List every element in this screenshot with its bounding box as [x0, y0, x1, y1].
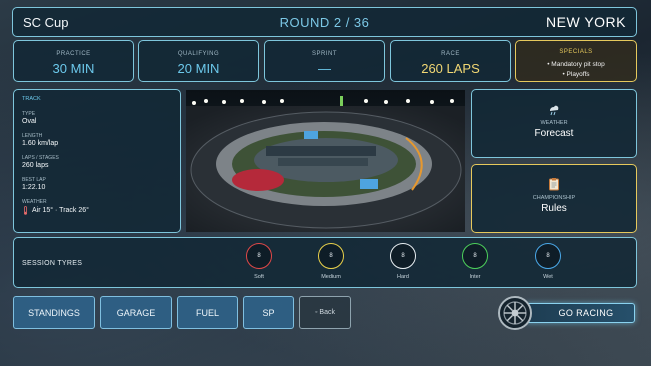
tyre-count: 8 — [246, 243, 272, 269]
session-tyres-label: SESSION TYRES — [22, 260, 83, 267]
session-label: QUALIFYING — [177, 51, 220, 57]
card-label: CHAMPIONSHIP — [532, 195, 576, 201]
track-laps: 260 laps — [22, 162, 49, 169]
best-lap-label: BEST LAP — [22, 177, 46, 183]
track-info-panel: TRACK TYPE Oval LENGTH 1.60 km/lap LAPS … — [13, 89, 181, 233]
sp-button[interactable]: SP — [243, 296, 294, 329]
best-lap: 1:22.10 — [22, 184, 46, 191]
wheel-icon — [498, 296, 532, 330]
go-racing-button[interactable]: GO RACING — [497, 295, 637, 331]
track-weather-value: Air 15° · Track 26° — [32, 207, 89, 214]
tyre-inter: 8 Inter — [455, 243, 495, 280]
garage-button[interactable]: GARAGE — [100, 296, 172, 329]
series-name: SC Cup — [23, 14, 69, 30]
session-value: — — [318, 61, 331, 76]
championship-rules-card[interactable]: CHAMPIONSHIP Rules — [471, 164, 637, 233]
clipboard-icon — [549, 178, 559, 191]
track-length: 1.60 km/lap — [22, 140, 59, 147]
weather-icon — [550, 105, 559, 116]
tyre-count: 8 — [535, 243, 561, 269]
session-tyres-panel: SESSION TYRES 8 Soft 8 Medium 8 Hard 8 I… — [13, 237, 637, 288]
tyre-medium: 8 Medium — [311, 243, 351, 280]
track-laps-label: LAPS / STAGES — [22, 155, 59, 161]
tyre-count: 8 — [318, 243, 344, 269]
specials-item: • Playoffs — [562, 71, 590, 78]
oval-stadium-illustration — [186, 90, 465, 232]
card-value: Forecast — [534, 128, 574, 139]
session-label: PRACTICE — [56, 51, 91, 57]
session-label: RACE — [441, 51, 460, 57]
header-bar: SC Cup ROUND 2 / 36 NEW YORK — [12, 7, 637, 37]
tyre-name: Medium — [321, 274, 341, 280]
track-type-label: TYPE — [22, 111, 36, 117]
session-label: SPRINT — [311, 51, 337, 57]
tyre-wet: 8 Wet — [528, 243, 568, 280]
track-length-label: LENGTH — [22, 133, 43, 139]
session-value: 260 LAPS — [421, 61, 480, 76]
round-indicator: ROUND 2 / 36 — [279, 14, 370, 30]
tyre-hard: 8 Hard — [383, 243, 423, 280]
specials-item: • Mandatory pit stop — [547, 61, 605, 68]
event-location: NEW YORK — [546, 14, 626, 30]
tyre-name: Soft — [254, 274, 264, 280]
go-racing-label: GO RACING — [525, 303, 635, 323]
tyre-soft: 8 Soft — [239, 243, 279, 280]
track-preview-image — [186, 90, 465, 232]
specials-list: • Mandatory pit stop • Playoffs — [516, 60, 636, 80]
track-weather-label: WEATHER — [22, 199, 47, 205]
weather-forecast-card[interactable]: WEATHER Forecast — [471, 89, 637, 158]
tyre-count: 8 — [462, 243, 488, 269]
session-qualifying: QUALIFYING 20 MIN — [138, 40, 259, 82]
tyre-count: 8 — [390, 243, 416, 269]
tyre-name: Inter — [469, 274, 481, 280]
session-sprint: SPRINT — — [264, 40, 385, 82]
specials-panel: SPECIALS • Mandatory pit stop • Playoffs — [515, 40, 637, 82]
fuel-button[interactable]: FUEL — [177, 296, 238, 329]
thermometer-icon — [24, 206, 27, 215]
back-button[interactable]: ◦ Back — [299, 296, 351, 329]
standings-button[interactable]: STANDINGS — [13, 296, 95, 329]
specials-label: SPECIALS — [559, 49, 593, 55]
track-type: Oval — [22, 118, 37, 125]
card-value: Rules — [541, 203, 567, 214]
card-label: WEATHER — [540, 120, 568, 126]
tyre-name: Wet — [543, 274, 553, 280]
session-practice: PRACTICE 30 MIN — [13, 40, 134, 82]
track-weather: Air 15° · Track 26° — [22, 206, 172, 215]
track-info-header: TRACK — [22, 96, 41, 102]
session-value: 30 MIN — [52, 61, 95, 76]
tyre-name: Hard — [397, 274, 409, 280]
session-race: RACE 260 LAPS — [390, 40, 511, 82]
session-value: 20 MIN — [177, 61, 220, 76]
